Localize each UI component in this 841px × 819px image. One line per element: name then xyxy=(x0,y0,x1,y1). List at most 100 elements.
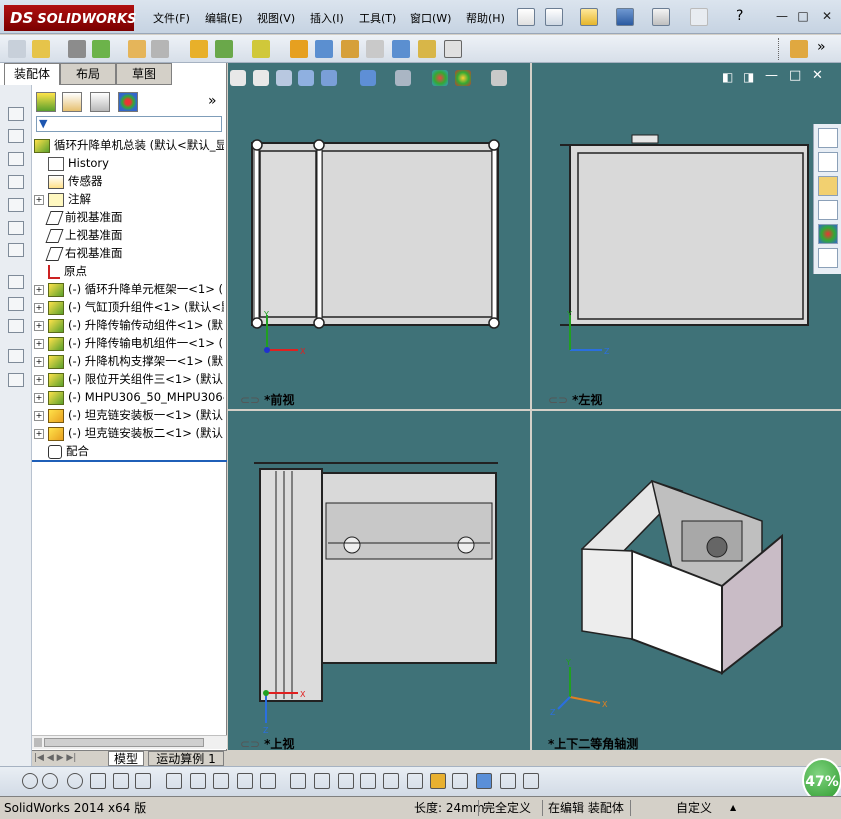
tree-root[interactable]: 循环升降单机总装 (默认<默认_显 xyxy=(34,136,224,154)
view-icon-4[interactable] xyxy=(8,175,24,189)
color-icon[interactable] xyxy=(430,773,446,789)
tree-item[interactable]: + (-) 循环升降单元框架一<1> ( xyxy=(34,280,224,298)
exploded-view-icon[interactable] xyxy=(341,40,359,58)
sketch-tool-icon[interactable] xyxy=(8,275,24,289)
spline-icon[interactable] xyxy=(260,773,276,789)
toolbar-more-icon[interactable]: » xyxy=(817,39,826,55)
rollback-bar[interactable] xyxy=(32,460,227,462)
tree-item[interactable]: 右视基准面 xyxy=(34,244,224,262)
layer-icon-2[interactable] xyxy=(8,373,24,387)
point-icon[interactable] xyxy=(22,773,38,789)
pin-icon[interactable] xyxy=(517,8,535,26)
move-icon[interactable] xyxy=(383,773,399,789)
property-manager-icon[interactable] xyxy=(62,92,82,112)
smart-fasteners-icon[interactable] xyxy=(128,40,146,58)
view-icon-3[interactable] xyxy=(8,152,24,166)
tree-item[interactable]: + (-) 限位开关组件三<1> (默认 xyxy=(34,370,224,388)
menu-tools[interactable]: 工具(T) xyxy=(359,10,396,26)
offset-icon[interactable] xyxy=(166,773,182,789)
snapshot-icon[interactable] xyxy=(523,773,539,789)
tree-item[interactable]: 传感器 xyxy=(34,172,224,190)
expand-toggle-icon[interactable]: + xyxy=(34,194,44,205)
tree-item[interactable]: 上视基准面 xyxy=(34,226,224,244)
display-mode-icon[interactable] xyxy=(500,773,516,789)
polygon-icon[interactable] xyxy=(90,773,106,789)
circle-icon[interactable] xyxy=(42,773,58,789)
file-explorer-icon[interactable] xyxy=(818,176,838,196)
tree-item[interactable]: History xyxy=(34,154,224,172)
view-palette-icon[interactable] xyxy=(818,200,838,220)
solidworks-resources-icon[interactable] xyxy=(818,128,838,148)
view-icon-1[interactable] xyxy=(8,107,24,121)
configuration-manager-icon[interactable] xyxy=(90,92,110,112)
tree-filter-input[interactable]: ▼ xyxy=(36,116,222,132)
view-icon-7[interactable] xyxy=(8,243,24,257)
tree-item[interactable]: + (-) 升降传输电机组件一<1> ( xyxy=(34,334,224,352)
layer-icon-1[interactable] xyxy=(8,349,24,363)
menu-insert[interactable]: 插入(I) xyxy=(310,10,344,26)
scroll-thumb[interactable] xyxy=(44,738,204,747)
bill-of-materials-icon[interactable] xyxy=(315,40,333,58)
insert-component-icon[interactable] xyxy=(32,40,50,58)
new-motion-study-icon[interactable] xyxy=(290,40,308,58)
fillet-icon[interactable] xyxy=(213,773,229,789)
trim-icon[interactable] xyxy=(113,773,129,789)
expand-toggle-icon[interactable]: + xyxy=(34,392,44,403)
restore-button[interactable]: □ xyxy=(794,8,812,24)
tree-horizontal-scrollbar[interactable] xyxy=(32,735,227,749)
save-icon[interactable] xyxy=(616,8,634,26)
move-component-icon[interactable] xyxy=(151,40,169,58)
tree-item[interactable]: 前视基准面 xyxy=(34,208,224,226)
scroll-left-arrow[interactable] xyxy=(34,738,42,747)
line-icon[interactable] xyxy=(67,773,83,789)
expand-toggle-icon[interactable]: + xyxy=(34,374,44,385)
status-custom-units[interactable]: 自定义 xyxy=(676,797,712,819)
expand-toggle-icon[interactable]: + xyxy=(34,428,44,439)
instant3d-icon[interactable] xyxy=(444,40,462,58)
solidworks-logo[interactable]: DS SOLIDWORKS xyxy=(4,5,136,31)
clearance-icon[interactable] xyxy=(418,40,436,58)
new-document-icon[interactable] xyxy=(545,8,563,26)
edit-component-icon[interactable] xyxy=(8,40,26,58)
relation-icon[interactable] xyxy=(338,773,354,789)
tab-assembly[interactable]: 装配体 xyxy=(4,63,60,85)
view-icon-2[interactable] xyxy=(8,129,24,143)
tab-layout[interactable]: 布局 xyxy=(60,63,116,85)
triad-icon[interactable] xyxy=(360,773,376,789)
explode-line-icon[interactable] xyxy=(366,40,384,58)
tab-nav-arrows[interactable]: |◀ ◀ ▶ ▶| xyxy=(34,753,76,763)
relation-icon[interactable] xyxy=(8,319,24,333)
expand-toggle-icon[interactable]: + xyxy=(34,320,44,331)
tree-item[interactable]: + (-) 坦克链安装板一<1> (默认 xyxy=(34,406,224,424)
3d-icon[interactable] xyxy=(790,40,808,58)
dimension-icon[interactable] xyxy=(290,773,306,789)
print-icon[interactable] xyxy=(652,8,670,26)
help-question-icon[interactable]: ? xyxy=(736,8,743,24)
close-button[interactable]: ✕ xyxy=(818,8,836,24)
chamfer-icon[interactable] xyxy=(237,773,253,789)
custom-properties-icon[interactable] xyxy=(818,248,838,268)
expand-toggle-icon[interactable]: + xyxy=(34,338,44,349)
hatch-icon[interactable] xyxy=(407,773,423,789)
minimize-button[interactable]: — xyxy=(773,8,791,24)
design-library-icon[interactable] xyxy=(818,152,838,172)
tab-sketch[interactable]: 草图 xyxy=(116,63,172,85)
view-icon-5[interactable] xyxy=(8,198,24,212)
units-caret-icon[interactable]: ▲ xyxy=(730,797,736,819)
menu-window[interactable]: 窗口(W) xyxy=(410,10,451,26)
mate-icon[interactable] xyxy=(68,40,86,58)
open-folder-icon[interactable] xyxy=(580,8,598,26)
reference-geometry-icon[interactable] xyxy=(252,40,270,58)
tree-item[interactable]: + (-) 坦克链安装板二<1> (默认 xyxy=(34,424,224,442)
smart-dimension-icon[interactable] xyxy=(8,297,24,311)
menu-edit[interactable]: 编辑(E) xyxy=(205,10,243,26)
menu-help[interactable]: 帮助(H) xyxy=(466,10,505,26)
linear-pattern-icon[interactable] xyxy=(92,40,110,58)
menu-file[interactable]: 文件(F) xyxy=(153,10,190,26)
interference-icon[interactable] xyxy=(392,40,410,58)
expand-toggle-icon[interactable]: + xyxy=(34,302,44,313)
tree-item[interactable]: + (-) 气缸顶升组件<1> (默认<默 xyxy=(34,298,224,316)
shaded-icon[interactable] xyxy=(476,773,492,789)
assembly-features-icon[interactable] xyxy=(215,40,233,58)
tree-item[interactable]: + (-) 升降机构支撑架一<1> (默 xyxy=(34,352,224,370)
